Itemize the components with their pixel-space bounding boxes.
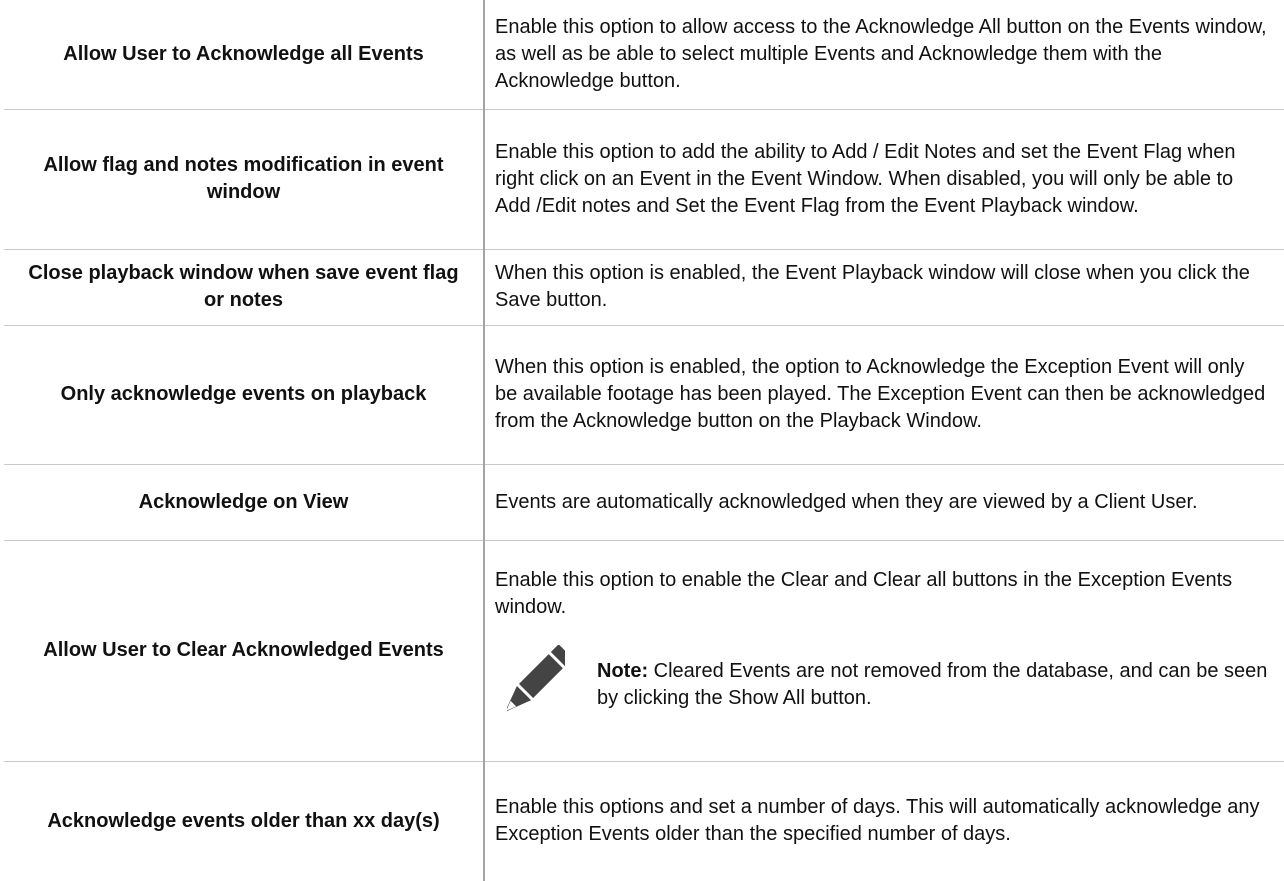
table-row: Only acknowledge events on playback When…	[4, 325, 1284, 465]
setting-name: Only acknowledge events on playback	[4, 325, 485, 465]
note-body: Cleared Events are not removed from the …	[597, 659, 1268, 709]
setting-description: Enable this option to enable the Clear a…	[484, 540, 1284, 762]
note-text: Note: Cleared Events are not removed fro…	[597, 658, 1272, 712]
setting-description: When this option is enabled, the option …	[484, 325, 1284, 465]
table-row: Allow User to Clear Acknowledged Events …	[4, 540, 1284, 762]
table-row: Acknowledge on View Events are automatic…	[4, 464, 1284, 541]
setting-name: Close playback window when save event fl…	[4, 249, 485, 326]
table-row: Allow User to Acknowledge all Events Ena…	[4, 0, 1284, 110]
pencil-icon	[495, 643, 579, 725]
note-label: Note:	[597, 659, 649, 682]
setting-name: Acknowledge events older than xx day(s)	[4, 761, 485, 881]
table-row: Acknowledge events older than xx day(s) …	[4, 761, 1284, 881]
setting-description: Enable this option to allow access to th…	[484, 0, 1284, 110]
setting-name: Allow flag and notes modification in eve…	[4, 109, 485, 250]
setting-description: Events are automatically acknowledged wh…	[484, 464, 1284, 541]
table-row: Allow flag and notes modification in eve…	[4, 109, 1284, 250]
setting-description: Enable this option to add the ability to…	[484, 109, 1284, 250]
setting-description: When this option is enabled, the Event P…	[484, 249, 1284, 326]
settings-table: Allow User to Acknowledge all Events Ena…	[4, 0, 1284, 881]
setting-description: Enable this options and set a number of …	[495, 796, 1260, 846]
setting-name: Allow User to Clear Acknowledged Events	[4, 540, 485, 762]
setting-description-text: Enable this option to enable the Clear a…	[495, 568, 1233, 618]
note-callout: Note: Cleared Events are not removed fro…	[495, 643, 1272, 725]
setting-name: Acknowledge on View	[4, 464, 485, 541]
setting-name: Allow User to Acknowledge all Events	[4, 0, 485, 110]
table-row: Close playback window when save event fl…	[4, 249, 1284, 326]
